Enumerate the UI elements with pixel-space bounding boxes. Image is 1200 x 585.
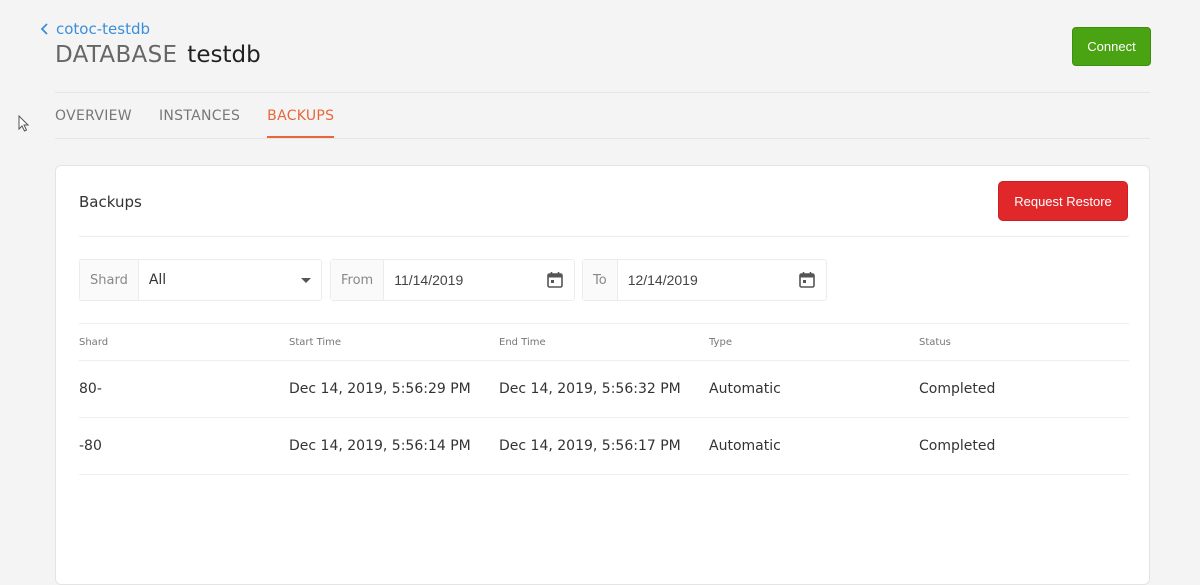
mouse-cursor-icon xyxy=(18,115,30,132)
tab-backups[interactable]: BACKUPS xyxy=(267,108,335,138)
breadcrumb-label: cotoc-testdb xyxy=(56,20,150,38)
table-row[interactable]: 80- Dec 14, 2019, 5:56:29 PM Dec 14, 201… xyxy=(79,361,1129,418)
to-date-input[interactable]: 12/14/2019 xyxy=(618,260,826,300)
cell-type: Automatic xyxy=(709,438,781,454)
shard-select-value: All xyxy=(148,272,167,288)
to-date-value: 12/14/2019 xyxy=(627,272,698,288)
cell-start-time: Dec 14, 2019, 5:56:29 PM xyxy=(289,381,471,397)
column-header-status[interactable]: Status xyxy=(919,337,1129,348)
tab-instances[interactable]: INSTANCES xyxy=(159,108,240,138)
cell-start-time: Dec 14, 2019, 5:56:14 PM xyxy=(289,438,471,454)
cell-shard: 80- xyxy=(79,381,102,397)
table-row[interactable]: -80 Dec 14, 2019, 5:56:14 PM Dec 14, 201… xyxy=(79,418,1129,475)
breadcrumb[interactable]: cotoc-testdb xyxy=(40,20,150,38)
cell-end-time: Dec 14, 2019, 5:56:17 PM xyxy=(499,438,681,454)
from-date-label: From xyxy=(331,260,385,300)
backups-title: Backups xyxy=(79,193,142,211)
to-date-label: To xyxy=(583,260,618,300)
table-header: Shard Start Time End Time Type Status xyxy=(79,323,1129,361)
connect-button[interactable]: Connect xyxy=(1072,27,1151,66)
from-date-value: 11/14/2019 xyxy=(394,272,464,288)
cell-end-time: Dec 14, 2019, 5:56:32 PM xyxy=(499,381,681,397)
calendar-icon[interactable] xyxy=(546,271,564,289)
tabs-divider xyxy=(55,138,1150,139)
card-divider xyxy=(79,236,1129,237)
from-date-filter[interactable]: From 11/14/2019 xyxy=(330,259,575,301)
cell-shard: -80 xyxy=(79,438,102,454)
request-restore-button[interactable]: Request Restore xyxy=(998,181,1128,221)
chevron-left-icon xyxy=(40,23,48,35)
column-header-start-time[interactable]: Start Time xyxy=(289,337,499,348)
column-header-shard[interactable]: Shard xyxy=(79,337,289,348)
cell-status: Completed xyxy=(919,438,996,454)
calendar-icon[interactable] xyxy=(798,271,816,289)
tab-bar: OVERVIEW INSTANCES BACKUPS xyxy=(55,108,335,138)
cell-type: Automatic xyxy=(709,381,781,397)
column-header-type[interactable]: Type xyxy=(709,337,919,348)
shard-filter-label: Shard xyxy=(80,260,139,300)
backups-table: Shard Start Time End Time Type Status 80… xyxy=(79,323,1129,475)
shard-select[interactable]: All xyxy=(139,260,321,300)
from-date-input[interactable]: 11/14/2019 xyxy=(384,260,574,300)
page-title-name: testdb xyxy=(187,42,261,68)
page-title-prefix: DATABASE xyxy=(55,42,178,68)
cell-status: Completed xyxy=(919,381,996,397)
to-date-filter[interactable]: To 12/14/2019 xyxy=(582,259,827,301)
caret-down-icon xyxy=(301,277,311,283)
page-title: DATABASE testdb xyxy=(55,42,261,68)
backups-card: Backups Request Restore Shard All From 1… xyxy=(55,165,1150,585)
shard-filter[interactable]: Shard All xyxy=(79,259,322,301)
column-header-end-time[interactable]: End Time xyxy=(499,337,709,348)
tab-overview[interactable]: OVERVIEW xyxy=(55,108,132,138)
header-divider xyxy=(55,92,1150,93)
